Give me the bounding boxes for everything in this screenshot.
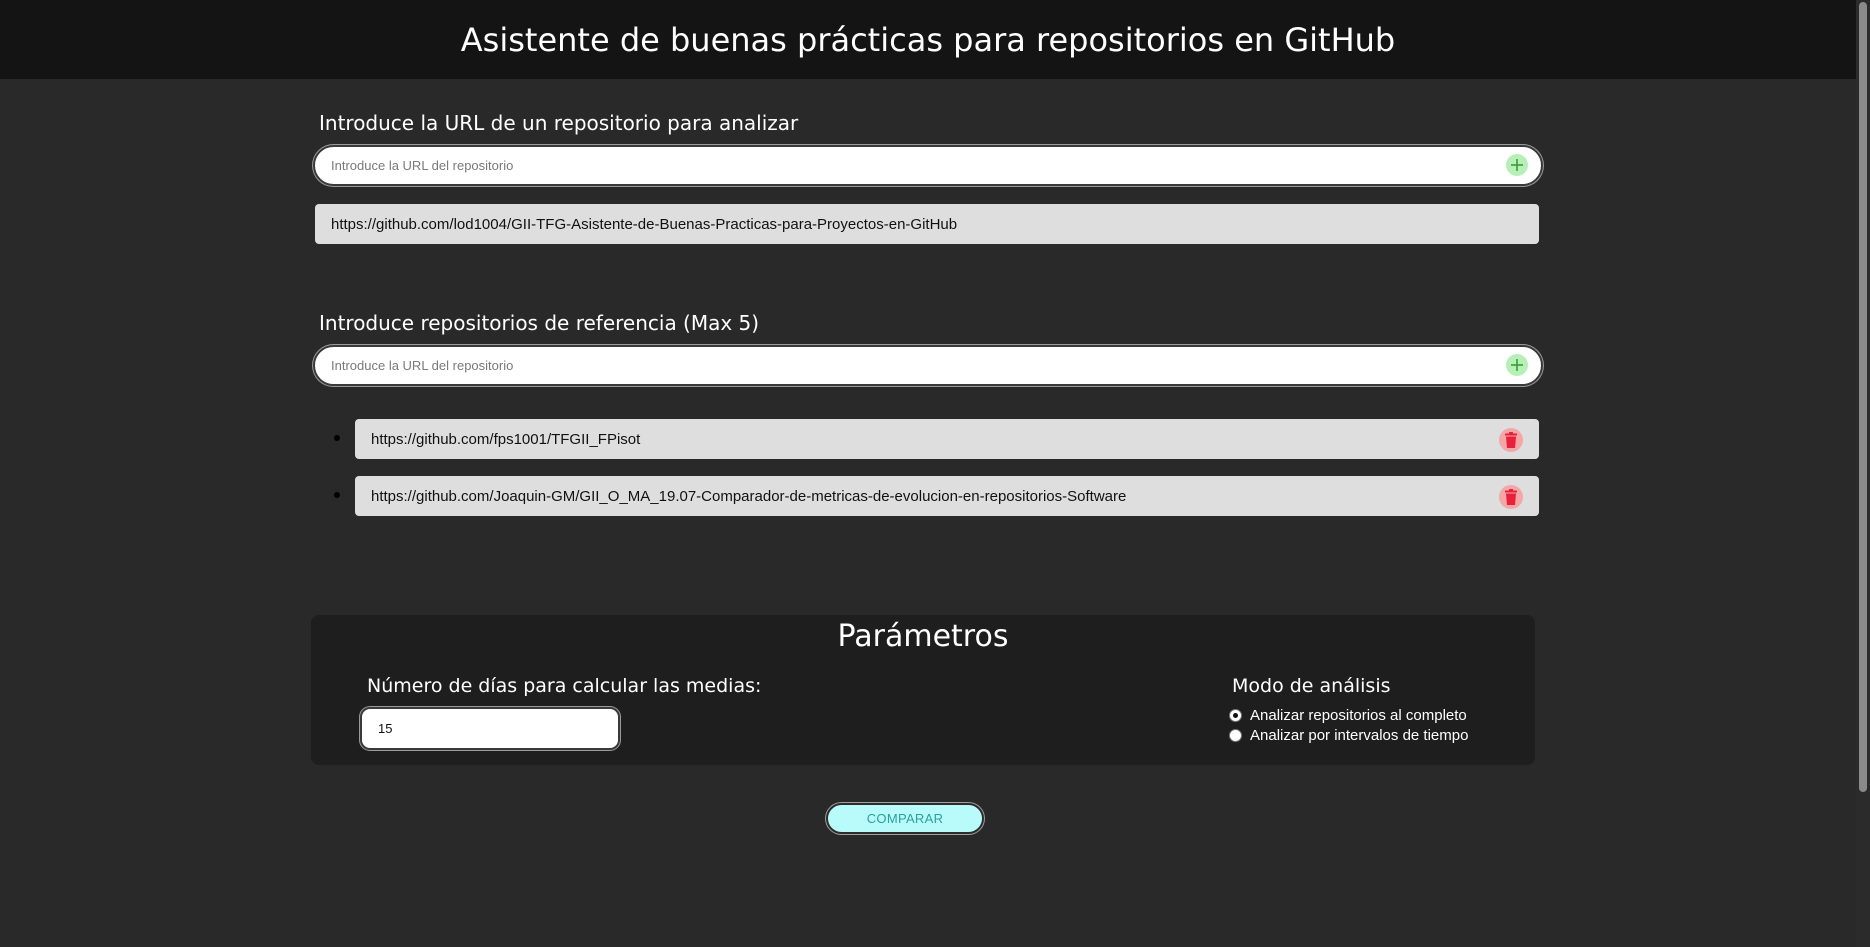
page-title: Asistente de buenas prácticas para repos… — [460, 20, 1396, 59]
radio-intervals[interactable] — [1229, 729, 1242, 742]
analyze-section-title: Introduce la URL de un repositorio para … — [319, 111, 799, 135]
list-bullet — [334, 492, 340, 498]
app-header: Asistente de buenas prácticas para repos… — [0, 0, 1856, 79]
plus-circle-icon — [1511, 159, 1523, 171]
add-reference-repo-button[interactable] — [1506, 354, 1528, 376]
vertical-scrollbar[interactable] — [1856, 0, 1870, 947]
reference-repo-url: https://github.com/Joaquin-GM/GII_O_MA_1… — [371, 487, 1127, 505]
trash-icon — [1505, 432, 1517, 448]
reference-repo-item: https://github.com/fps1001/TFGII_FPisot — [355, 419, 1539, 459]
radio-full[interactable] — [1229, 709, 1242, 722]
days-input[interactable] — [376, 709, 606, 748]
references-section-title: Introduce repositorios de referencia (Ma… — [319, 311, 760, 335]
selected-repo-item: https://github.com/lod1004/GII-TFG-Asist… — [315, 204, 1539, 244]
days-label: Número de días para calcular las medias: — [367, 675, 762, 697]
days-field[interactable] — [360, 707, 620, 750]
mode-option-full[interactable]: Analizar repositorios al completo — [1229, 707, 1467, 724]
plus-circle-icon — [1511, 359, 1523, 371]
mode-option-intervals[interactable]: Analizar por intervalos de tiempo — [1229, 727, 1468, 744]
compare-button[interactable]: COMPARAR — [826, 803, 984, 834]
analyze-url-input[interactable] — [329, 147, 1469, 184]
scrollbar-thumb[interactable] — [1859, 2, 1867, 792]
analyze-url-field[interactable] — [313, 145, 1543, 186]
mode-option-label: Analizar por intervalos de tiempo — [1250, 727, 1469, 744]
reference-repo-url: https://github.com/fps1001/TFGII_FPisot — [371, 430, 641, 448]
analysis-mode-label: Modo de análisis — [1232, 675, 1391, 697]
selected-repo-url: https://github.com/lod1004/GII-TFG-Asist… — [331, 215, 958, 233]
parameters-title: Parámetros — [837, 619, 1009, 654]
parameters-panel: Parámetros Número de días para calcular … — [311, 615, 1535, 765]
reference-repo-item: https://github.com/Joaquin-GM/GII_O_MA_1… — [355, 476, 1539, 516]
trash-icon — [1505, 489, 1517, 505]
reference-url-field[interactable] — [313, 345, 1543, 386]
list-bullet — [334, 435, 340, 441]
mode-option-label: Analizar repositorios al completo — [1250, 707, 1467, 724]
delete-reference-button[interactable] — [1499, 485, 1523, 509]
delete-reference-button[interactable] — [1499, 428, 1523, 452]
reference-url-input[interactable] — [329, 347, 1469, 384]
add-analyze-repo-button[interactable] — [1506, 154, 1528, 176]
